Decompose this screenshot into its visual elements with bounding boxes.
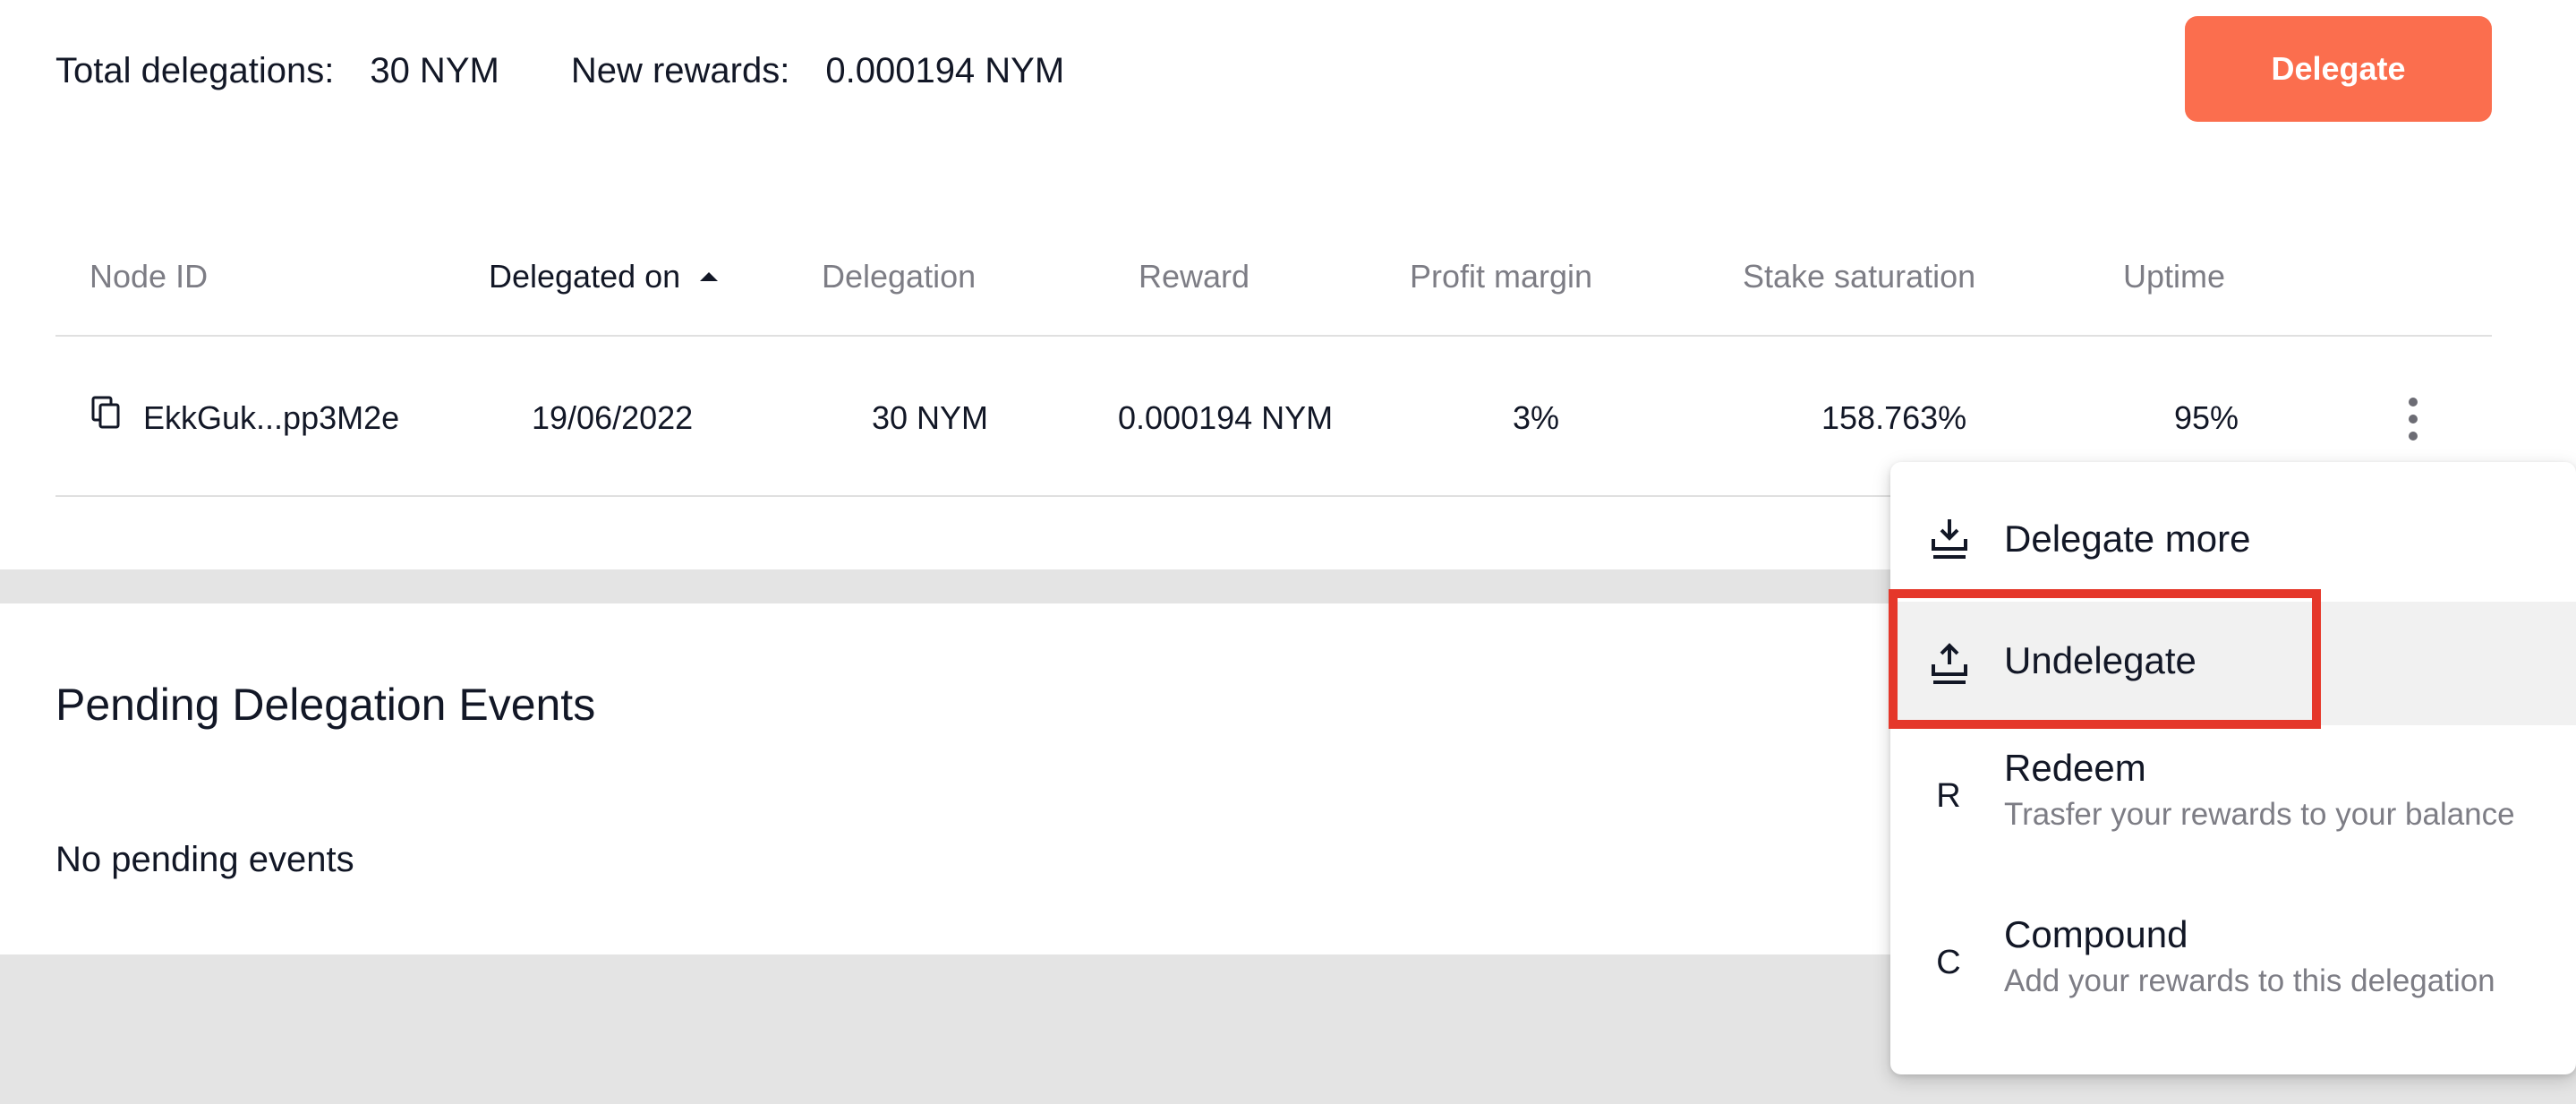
menu-item-subtitle: Trasfer your rewards to your balance bbox=[2004, 797, 2515, 832]
menu-item-undelegate[interactable]: Undelegate bbox=[1890, 602, 2576, 725]
column-header-node-id[interactable]: Node ID bbox=[90, 254, 208, 299]
delegation-actions-menu: Delegate more Undelegate R Redeem Trasfe… bbox=[1890, 462, 2576, 1074]
menu-item-delegate-more[interactable]: Delegate more bbox=[1890, 462, 2576, 602]
column-header-label: Delegated on bbox=[489, 258, 681, 295]
delegate-button[interactable]: Delegate bbox=[2185, 16, 2492, 122]
menu-item-title: Compound bbox=[2004, 913, 2188, 955]
new-rewards-label: New rewards: bbox=[570, 50, 790, 90]
column-header-delegation[interactable]: Delegation bbox=[822, 254, 976, 299]
delegated-on-cell: 19/06/2022 bbox=[532, 399, 694, 436]
download-tray-icon bbox=[1932, 519, 1967, 559]
column-header-uptime[interactable]: Uptime bbox=[2123, 254, 2225, 299]
column-header-profit-margin[interactable]: Profit margin bbox=[1410, 254, 1592, 299]
stake-saturation-cell: 158.763% bbox=[1821, 399, 1967, 436]
delegation-summary: Total delegations: 30 NYM New rewards: 0… bbox=[55, 48, 1064, 93]
table-header-divider bbox=[55, 335, 2492, 337]
redeem-letter-icon: R bbox=[1936, 777, 1961, 815]
node-id-cell: EkkGuk...pp3M2e bbox=[143, 399, 400, 436]
total-delegations-value: 30 NYM bbox=[370, 50, 499, 90]
column-header-delegated-on[interactable]: Delegated on bbox=[489, 254, 719, 299]
delegation-cell: 30 NYM bbox=[872, 399, 989, 436]
menu-item-redeem[interactable]: R Redeem Trasfer your rewards to your ba… bbox=[1890, 725, 2576, 892]
profit-margin-cell: 3% bbox=[1513, 399, 1560, 436]
column-header-reward[interactable]: Reward bbox=[1139, 254, 1250, 299]
total-delegations-label: Total delegations: bbox=[55, 50, 335, 90]
copy-icon[interactable] bbox=[91, 396, 122, 430]
menu-item-title: Undelegate bbox=[2004, 639, 2196, 681]
menu-item-title: Delegate more bbox=[2004, 518, 2251, 560]
compound-letter-icon: C bbox=[1936, 944, 1961, 981]
menu-item-title: Redeem bbox=[2004, 747, 2146, 789]
menu-item-compound[interactable]: C Compound Add your rewards to this dele… bbox=[1890, 892, 2576, 1074]
reward-cell: 0.000194 NYM bbox=[1118, 399, 1334, 436]
more-actions-icon[interactable] bbox=[2402, 394, 2424, 444]
new-rewards-value: 0.000194 NYM bbox=[825, 50, 1065, 90]
pending-events-title: Pending Delegation Events bbox=[55, 680, 596, 730]
pending-events-empty: No pending events bbox=[55, 840, 354, 879]
sort-ascending-icon bbox=[700, 272, 719, 281]
column-header-stake-saturation[interactable]: Stake saturation bbox=[1743, 254, 1975, 299]
upload-tray-icon bbox=[1932, 643, 1967, 684]
uptime-cell: 95% bbox=[2174, 399, 2239, 436]
menu-item-subtitle: Add your rewards to this delegation bbox=[2004, 963, 2495, 998]
